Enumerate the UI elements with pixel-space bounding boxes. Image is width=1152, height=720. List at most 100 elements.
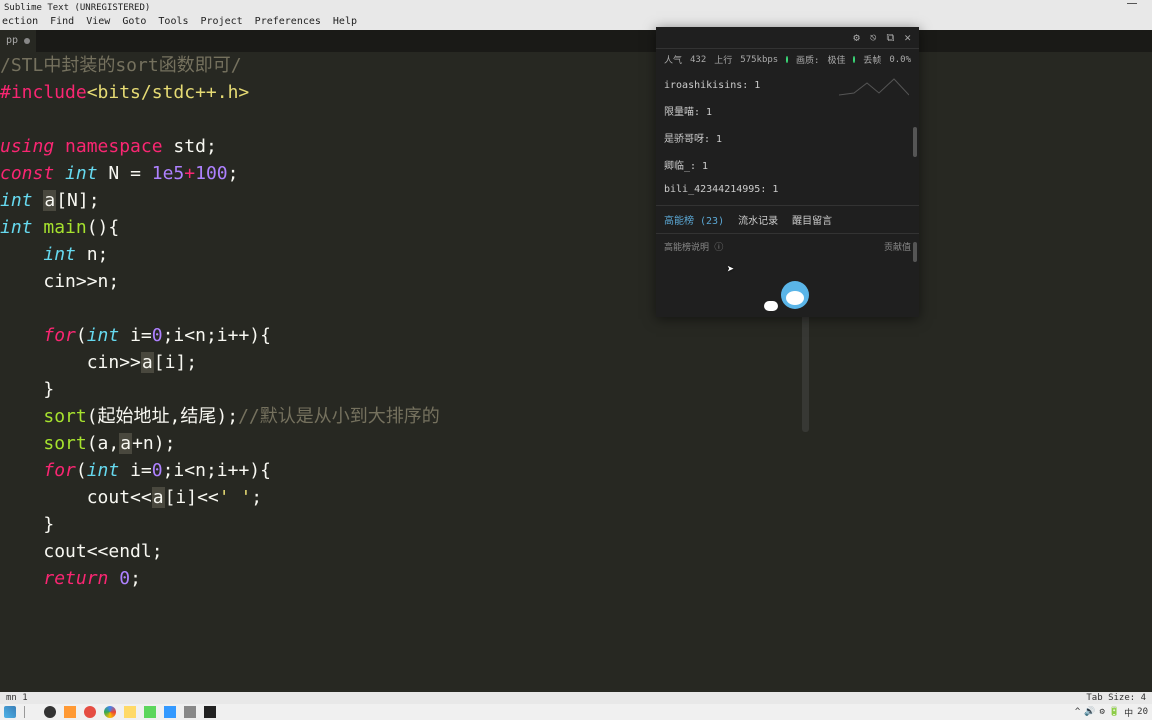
clock[interactable]: 20 xyxy=(1137,707,1148,717)
code-a-hl: a xyxy=(141,352,154,373)
stat-drop-value: 0.0% xyxy=(889,55,911,65)
menu-tools[interactable]: Tools xyxy=(158,14,188,30)
contribution-label: 贡献值 xyxy=(884,240,911,253)
divider-icon xyxy=(24,706,36,718)
menu-help[interactable]: Help xyxy=(333,14,357,30)
code-sortargs: (起始地址,结尾); xyxy=(87,406,238,427)
app-icon[interactable] xyxy=(204,706,216,718)
speaker-icon[interactable]: 🔊 xyxy=(1084,707,1095,717)
code-plusn: +n); xyxy=(132,433,175,454)
code-i: i= xyxy=(119,325,152,346)
code-plus: + xyxy=(184,163,195,184)
code-a-hl: a xyxy=(43,190,56,211)
code-for: for xyxy=(43,325,76,346)
menu-selection[interactable]: ection xyxy=(2,14,38,30)
stat-up-label: 上行 xyxy=(714,53,732,66)
code-const: const xyxy=(0,163,54,184)
app-icon[interactable] xyxy=(144,706,156,718)
ime-indicator[interactable]: 中 xyxy=(1124,706,1133,719)
app-icon[interactable] xyxy=(64,706,76,718)
overlay-footer: 高能榜说明 ⓘ 贡献值 xyxy=(656,234,919,259)
window-title: Sublime Text (UNREGISTERED) xyxy=(4,3,150,13)
code-0: 0 xyxy=(119,568,130,589)
status-dot-icon xyxy=(853,56,855,63)
app-icon[interactable] xyxy=(44,706,56,718)
tab-log[interactable]: 流水记录 xyxy=(738,212,778,227)
tab-superchat[interactable]: 醒目留言 xyxy=(792,212,832,227)
system-tray[interactable]: ^ 🔊 ⚙ 🔋 中 20 xyxy=(1075,706,1148,719)
code-100: 100 xyxy=(195,163,228,184)
close-icon[interactable]: ✕ xyxy=(904,31,911,44)
app-icon[interactable] xyxy=(164,706,176,718)
menu-find[interactable]: Find xyxy=(50,14,74,30)
overlay-stats: 人气 432 上行 575kbps 画质:极佳 丢帧 0.0% xyxy=(656,49,919,70)
code-editor[interactable]: /STL中封装的sort函数即可/ #include<bits/stdc++.h… xyxy=(0,52,1152,692)
code-sort: sort xyxy=(43,406,86,427)
code-semi: ; xyxy=(251,487,262,508)
tab-bar: pp xyxy=(0,30,1152,52)
wifi-icon[interactable]: ⚙ xyxy=(1100,707,1105,717)
battery-icon[interactable]: 🔋 xyxy=(1109,707,1120,717)
overlay-scrollbar[interactable] xyxy=(913,127,917,157)
code-std: std xyxy=(173,136,206,157)
code-int: int xyxy=(65,163,98,184)
code-ns: namespace xyxy=(65,136,163,157)
menu-preferences[interactable]: Preferences xyxy=(255,14,321,30)
status-dot-icon xyxy=(786,56,788,63)
code-brace: } xyxy=(43,379,54,400)
code-idx: [i]<< xyxy=(165,487,219,508)
menubar: ection Find View Goto Tools Project Pref… xyxy=(0,14,1152,30)
menu-goto[interactable]: Goto xyxy=(122,14,146,30)
code-0: 0 xyxy=(152,460,163,481)
code-idx: [i]; xyxy=(154,352,197,373)
code-int: int xyxy=(87,325,120,346)
menu-view[interactable]: View xyxy=(86,14,110,30)
pop-icon[interactable]: ⧉ xyxy=(887,31,895,45)
code-i: i= xyxy=(119,460,152,481)
lock-icon[interactable]: ⎋ xyxy=(870,31,877,44)
stat-up-value: 575kbps xyxy=(740,55,778,65)
user-row[interactable]: 限量喵: 1 xyxy=(664,97,911,124)
chevron-up-icon[interactable]: ^ xyxy=(1075,707,1080,717)
code-for: for xyxy=(43,460,76,481)
app-icon[interactable] xyxy=(124,706,136,718)
mascot-avatar[interactable] xyxy=(774,277,816,319)
minimize-icon[interactable] xyxy=(1127,2,1137,4)
user-row[interactable]: 是骄哥呀: 1 xyxy=(664,124,911,151)
code-using: using xyxy=(0,136,54,157)
code-cout: cout<< xyxy=(87,487,152,508)
app-icon[interactable] xyxy=(104,706,116,718)
stat-drop-label: 丢帧 xyxy=(863,53,881,66)
code-n: n; xyxy=(87,244,109,265)
gear-icon[interactable]: ⚙ xyxy=(853,31,860,44)
code-0: 0 xyxy=(152,325,163,346)
menu-project[interactable]: Project xyxy=(201,14,243,30)
code-cout-endl: cout<<endl; xyxy=(43,541,162,562)
user-row[interactable]: bili_42344214995: 1 xyxy=(664,178,911,201)
stat-pop-label: 人气 xyxy=(664,53,682,66)
code-1e5: 1e5 xyxy=(152,163,185,184)
code-char: ' ' xyxy=(219,487,252,508)
code-return: return xyxy=(43,568,108,589)
ranking-help[interactable]: 高能榜说明 ⓘ xyxy=(664,240,723,253)
code-main: main xyxy=(43,217,86,238)
taskbar: ^ 🔊 ⚙ 🔋 中 20 xyxy=(0,704,1152,720)
user-row[interactable]: 卿临_: 1 xyxy=(664,151,911,178)
app-icon[interactable] xyxy=(184,706,196,718)
app-icon[interactable] xyxy=(84,706,96,718)
status-tabsize[interactable]: Tab Size: 4 xyxy=(1086,692,1146,704)
code-a-hl: a xyxy=(119,433,132,454)
status-left[interactable]: mn 1 xyxy=(6,692,28,704)
code-N: N xyxy=(108,163,119,184)
code-int: int xyxy=(0,190,33,211)
file-tab[interactable]: pp xyxy=(0,30,36,52)
code-a-hl: a xyxy=(152,487,165,508)
start-icon[interactable] xyxy=(4,706,16,718)
overlay-scrollbar[interactable] xyxy=(913,242,917,262)
status-bar: mn 1 Tab Size: 4 xyxy=(0,692,1152,704)
tab-ranking[interactable]: 高能榜 (23) xyxy=(664,212,724,227)
stat-q-value: 极佳 xyxy=(827,53,845,66)
overlay-chart xyxy=(839,75,909,99)
code-sortargs2: (a, xyxy=(87,433,120,454)
code-header: <bits/stdc++.h> xyxy=(87,82,250,103)
